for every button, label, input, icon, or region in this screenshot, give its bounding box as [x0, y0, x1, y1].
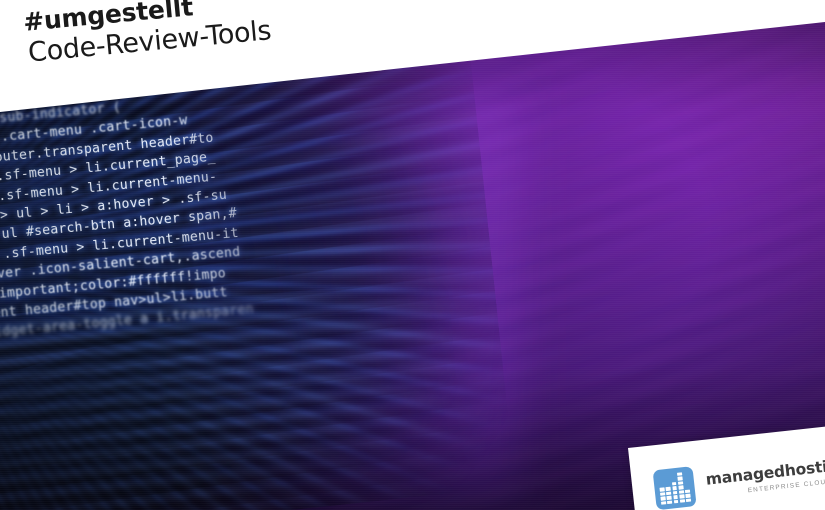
brand-logo-text: managedhosting.de ENTERPRISE CLOUD SERVI… — [705, 452, 825, 499]
server-grid-icon — [652, 466, 697, 510]
color-blend-seam — [180, 90, 520, 510]
banner-image: .sf-sub-indicator ( ent .cart-menu .cart… — [0, 0, 825, 510]
